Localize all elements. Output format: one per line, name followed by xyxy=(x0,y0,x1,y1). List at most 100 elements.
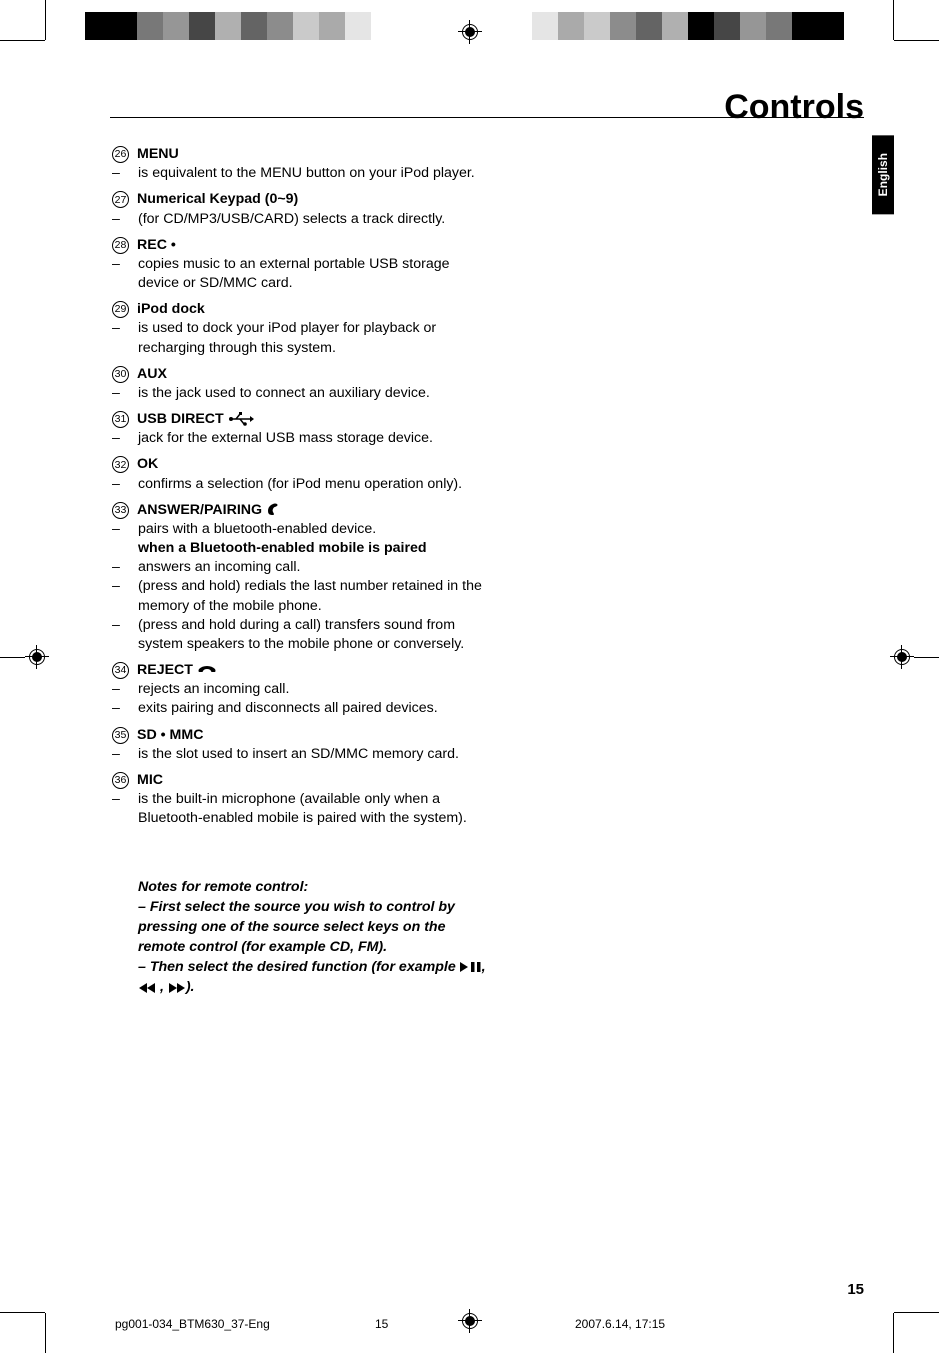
bullet-text: is used to dock your iPod player for pla… xyxy=(138,319,494,357)
bullet-row: –is used to dock your iPod player for pl… xyxy=(112,319,494,357)
bullet-dash: – xyxy=(112,558,138,577)
footer-filename: pg001-034_BTM630_37-Eng xyxy=(115,1317,375,1331)
bullet-dash: – xyxy=(112,255,138,293)
calibration-square xyxy=(241,12,267,40)
calibration-square xyxy=(319,12,345,40)
content-column: 26MENU–is equivalent to the MENU button … xyxy=(112,145,494,997)
fast-forward-icon xyxy=(168,979,186,995)
control-entry: 30AUX–is the jack used to connect an aux… xyxy=(112,365,494,403)
bullet-row: –(press and hold during a call) transfer… xyxy=(112,616,494,654)
entry-title: ANSWER/PAIRING xyxy=(137,501,282,520)
bullet-text: pairs with a bluetooth-enabled device. xyxy=(138,520,494,539)
entry-title: iPod dock xyxy=(137,300,205,319)
page-number: 15 xyxy=(847,1281,864,1298)
bullet-row: –copies music to an external portable US… xyxy=(112,255,494,293)
bullet-dash: – xyxy=(112,475,138,494)
calibration-square xyxy=(85,12,137,40)
entry-number-icon: 30 xyxy=(112,366,129,383)
bullet-text: (press and hold during a call) transfers… xyxy=(138,616,494,654)
bullet-dash: – xyxy=(112,745,138,764)
bullet-dash: – xyxy=(112,429,138,448)
sub-heading: when a Bluetooth-enabled mobile is paire… xyxy=(112,539,494,558)
rewind-icon xyxy=(138,979,156,995)
footer-page-number: 15 xyxy=(375,1317,575,1331)
section-title: Controls xyxy=(724,88,864,127)
bullet-dash: – xyxy=(112,210,138,229)
control-entry: 29 iPod dock–is used to dock your iPod pl… xyxy=(112,300,494,358)
bullet-row: –(for CD/MP3/USB/CARD) selects a track d… xyxy=(112,210,494,229)
bullet-dash: – xyxy=(112,616,138,654)
bullet-row: –is equivalent to the MENU button on you… xyxy=(112,164,494,183)
bullet-text: confirms a selection (for iPod menu oper… xyxy=(138,475,494,494)
phone-up-icon xyxy=(262,502,282,518)
calibration-square xyxy=(267,12,293,40)
notes-text: – Then select the desired function (for … xyxy=(138,959,460,975)
bullet-row: –jack for the external USB mass storage … xyxy=(112,429,494,448)
entry-title: OK xyxy=(137,455,158,474)
play-pause-icon xyxy=(460,959,482,975)
entry-number-icon: 28 xyxy=(112,237,129,254)
bullet-text: copies music to an external portable USB… xyxy=(138,255,494,293)
bullet-row: –is the slot used to insert an SD/MMC me… xyxy=(112,745,494,764)
calibration-square xyxy=(792,12,844,40)
bullet-dash: – xyxy=(112,680,138,699)
control-entry: 35 SD • MMC–is the slot used to insert an… xyxy=(112,726,494,764)
calibration-square xyxy=(610,12,636,40)
calibration-square xyxy=(714,12,740,40)
bullet-text: jack for the external USB mass storage d… xyxy=(138,429,494,448)
calibration-square xyxy=(189,12,215,40)
entry-title: USB DIRECT xyxy=(137,410,254,429)
bullet-text: is the slot used to insert an SD/MMC mem… xyxy=(138,745,494,764)
calibration-square xyxy=(558,12,584,40)
bullet-text: is the built-in microphone (available on… xyxy=(138,790,494,828)
control-entry: 34REJECT –rejects an incoming call.–exit… xyxy=(112,661,494,719)
notes-heading: Notes for remote control: xyxy=(138,877,494,897)
entry-title: MENU xyxy=(137,145,179,164)
notes-line: – Then select the desired function (for … xyxy=(138,957,494,997)
entry-number-icon: 29 xyxy=(112,301,129,318)
bullet-row: –answers an incoming call. xyxy=(112,558,494,577)
calibration-square xyxy=(662,12,688,40)
bullet-row: –is the jack used to connect an auxiliar… xyxy=(112,384,494,403)
entry-title: MIC xyxy=(137,771,163,790)
entry-number-icon: 35 xyxy=(112,727,129,744)
bullet-row: –is the built-in microphone (available o… xyxy=(112,790,494,828)
calibration-square xyxy=(293,12,319,40)
bullet-dash: – xyxy=(112,699,138,718)
remote-control-notes: Notes for remote control:– First select … xyxy=(112,877,494,998)
bullet-text: is equivalent to the MENU button on your… xyxy=(138,164,494,183)
bullet-dash: – xyxy=(112,384,138,403)
notes-text: ). xyxy=(186,979,195,995)
entry-title: REJECT xyxy=(137,661,217,680)
bullet-row: –exits pairing and disconnects all paire… xyxy=(112,699,494,718)
calibration-square xyxy=(766,12,792,40)
entry-number-icon: 33 xyxy=(112,502,129,519)
control-entry: 36MIC–is the built-in microphone (availa… xyxy=(112,771,494,829)
control-entry: 33ANSWER/PAIRING –pairs with a bluetooth… xyxy=(112,501,494,654)
language-tab: English xyxy=(872,135,894,214)
notes-text: , xyxy=(482,959,486,975)
notes-text: , xyxy=(156,979,168,995)
bullet-row: –(press and hold) redials the last numbe… xyxy=(112,577,494,615)
control-entry: 27Numerical Keypad (0~9)–(for CD/MP3/USB… xyxy=(112,190,494,228)
bullet-text: rejects an incoming call. xyxy=(138,680,494,699)
bullet-dash: – xyxy=(112,319,138,357)
notes-line: – First select the source you wish to co… xyxy=(138,897,494,957)
bullet-dash: – xyxy=(112,790,138,828)
entry-number-icon: 26 xyxy=(112,146,129,163)
bullet-row: –confirms a selection (for iPod menu ope… xyxy=(112,475,494,494)
entry-number-icon: 32 xyxy=(112,456,129,473)
entry-number-icon: 27 xyxy=(112,191,129,208)
phone-down-icon xyxy=(193,662,217,678)
control-entry: 28REC •–copies music to an external port… xyxy=(112,236,494,294)
print-calibration-bar xyxy=(0,0,939,40)
calibration-square xyxy=(137,12,163,40)
calibration-square xyxy=(215,12,241,40)
bullet-dash: – xyxy=(112,164,138,183)
entry-title: SD • MMC xyxy=(137,726,203,745)
bullet-dash: – xyxy=(112,577,138,615)
calibration-square xyxy=(584,12,610,40)
bullet-text: answers an incoming call. xyxy=(138,558,494,577)
bullet-text: (press and hold) redials the last number… xyxy=(138,577,494,615)
calibration-square xyxy=(163,12,189,40)
